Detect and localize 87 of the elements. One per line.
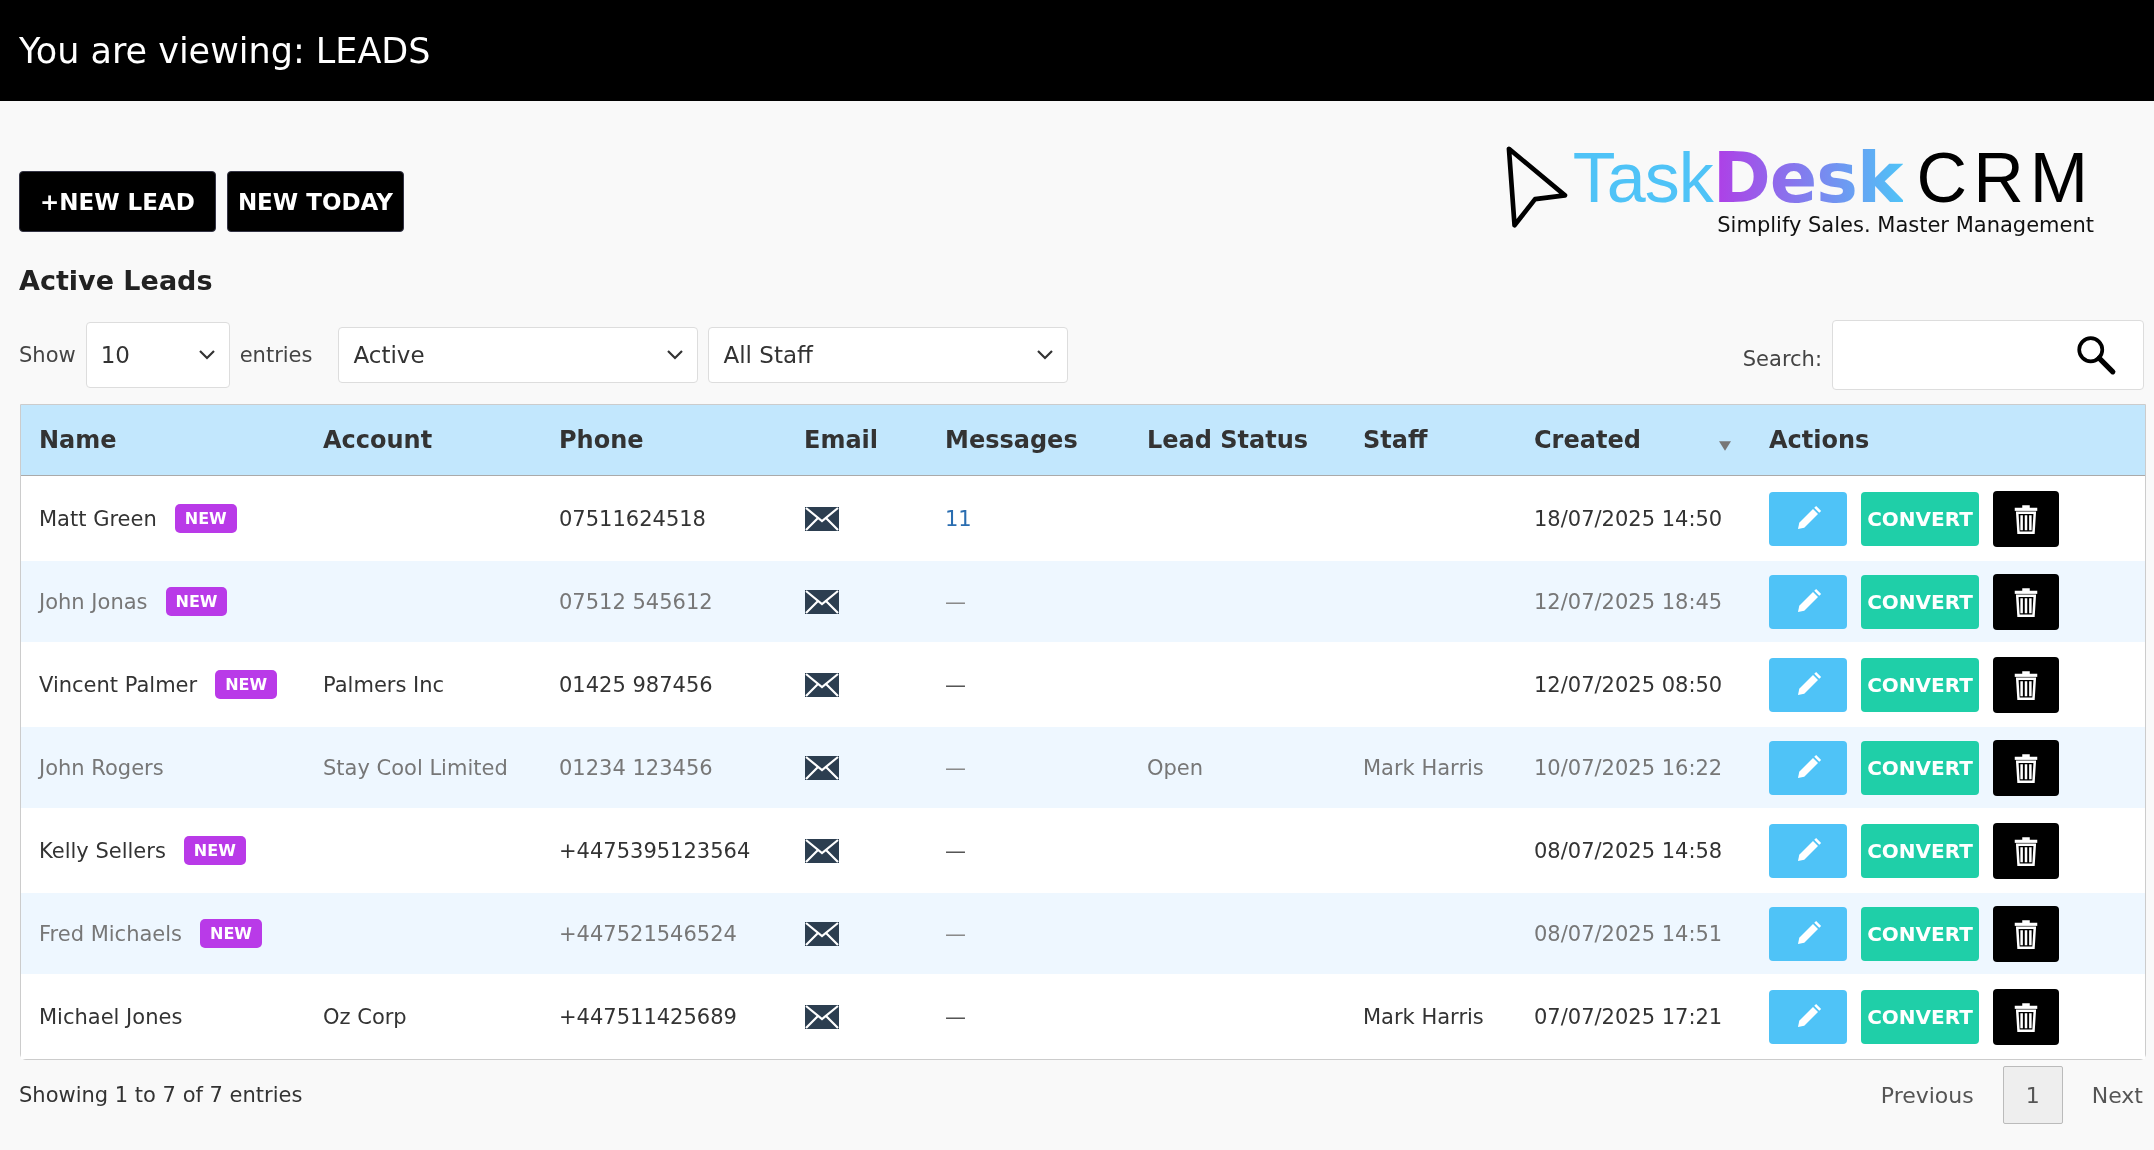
edit-button[interactable] [1769,574,1847,629]
new-badge: NEW [174,504,237,533]
messages-cell: — [945,672,966,697]
entries-info: Showing 1 to 7 of 7 entries [19,1083,303,1107]
messages-cell: — [945,1004,966,1029]
edit-button[interactable] [1769,989,1847,1044]
created-cell: 08/07/2025 14:58 [1534,838,1723,863]
envelope-icon [804,920,840,947]
page-title: You are viewing: LEADS [19,30,431,71]
new-today-button[interactable]: NEW TODAY [226,171,404,232]
envelope-icon [804,671,840,698]
messages-cell: — [945,755,966,780]
column-header[interactable]: Staff [1363,426,1428,454]
column-header[interactable]: Actions [1769,426,1870,454]
account-cell: Oz Corp [323,1004,407,1029]
delete-button[interactable] [1993,573,2059,630]
column-header[interactable]: Email [804,426,879,454]
phone-cell: +447521546524 [559,921,737,946]
name-cell: John Rogers [39,755,164,780]
envelope-icon [804,754,840,781]
phone-cell: 07512 545612 [559,589,713,614]
sort-descending-icon [1719,441,1731,451]
new-badge: NEW [183,836,246,865]
next-button[interactable]: Next [2090,1081,2144,1109]
phone-cell: 07511624518 [559,506,706,531]
search-field[interactable] [1832,320,2144,390]
delete-button[interactable] [1993,656,2059,713]
envelope-icon [804,837,840,864]
previous-button[interactable]: Previous [1879,1081,1975,1109]
account-cell: Palmers Inc [323,672,445,697]
phone-cell: +4475395123564 [559,838,751,863]
staff-select[interactable]: All Staff [708,327,1069,383]
name-cell: Fred Michaels [39,921,183,946]
created-cell: 18/07/2025 14:50 [1534,506,1723,531]
new-badge: NEW [165,587,228,616]
column-header[interactable]: Phone [559,426,644,454]
envelope-icon [804,1003,840,1030]
delete-button[interactable] [1993,822,2059,879]
created-cell: 10/07/2025 16:22 [1534,755,1723,780]
show-label: Show [19,343,76,367]
name-cell: Vincent Palmer [39,672,198,697]
page-size-select[interactable]: 10 [85,322,230,388]
search-label: Search: [1742,347,1822,371]
name-cell: Matt Green [39,506,157,531]
messages-cell: — [945,589,966,614]
column-header[interactable]: Created [1534,426,1641,454]
column-header[interactable]: Messages [945,426,1078,454]
new-lead-button[interactable]: +NEW LEAD [19,171,216,232]
entries-label: entries [239,343,313,367]
column-header[interactable]: Name [39,426,117,454]
phone-cell: 01234 123456 [559,755,713,780]
envelope-icon [804,588,840,615]
created-cell: 12/07/2025 18:45 [1534,589,1723,614]
delete-button[interactable] [1993,905,2059,962]
lead-status-cell: Open [1147,755,1204,780]
staff-cell: Mark Harris [1363,755,1484,780]
edit-button[interactable] [1769,657,1847,712]
edit-button[interactable] [1769,823,1847,878]
account-cell: Stay Cool Limited [323,755,508,780]
phone-cell: +447511425689 [559,1004,737,1029]
column-header[interactable]: Lead Status [1147,426,1309,454]
delete-button[interactable] [1993,739,2059,796]
messages-cell[interactable]: 11 [945,506,972,531]
new-badge: NEW [215,670,278,699]
created-cell: 07/07/2025 17:21 [1534,1004,1723,1029]
edit-button[interactable] [1769,740,1847,795]
envelope-icon [804,505,840,532]
section-title: Active Leads [19,265,214,296]
column-header[interactable]: Account [323,426,433,454]
messages-cell: — [945,921,966,946]
delete-button[interactable] [1993,490,2059,547]
messages-cell: — [945,838,966,863]
new-badge: NEW [200,919,262,948]
name-cell: Kelly Sellers [39,838,166,863]
created-cell: 12/07/2025 08:50 [1534,672,1723,697]
created-cell: 08/07/2025 14:51 [1534,921,1723,946]
phone-cell: 01425 987456 [559,672,713,697]
logo-text: Task [1572,139,1713,217]
edit-button[interactable] [1769,491,1847,546]
search-icon [2075,334,2117,376]
name-cell: John Jonas [39,589,148,614]
edit-button[interactable] [1769,906,1847,961]
delete-button[interactable] [1993,988,2059,1045]
name-cell: Michael Jones [39,1004,183,1029]
staff-cell: Mark Harris [1363,1004,1484,1029]
page-button[interactable]: 1 [2002,1066,2063,1124]
status-select[interactable]: Active [338,327,699,383]
